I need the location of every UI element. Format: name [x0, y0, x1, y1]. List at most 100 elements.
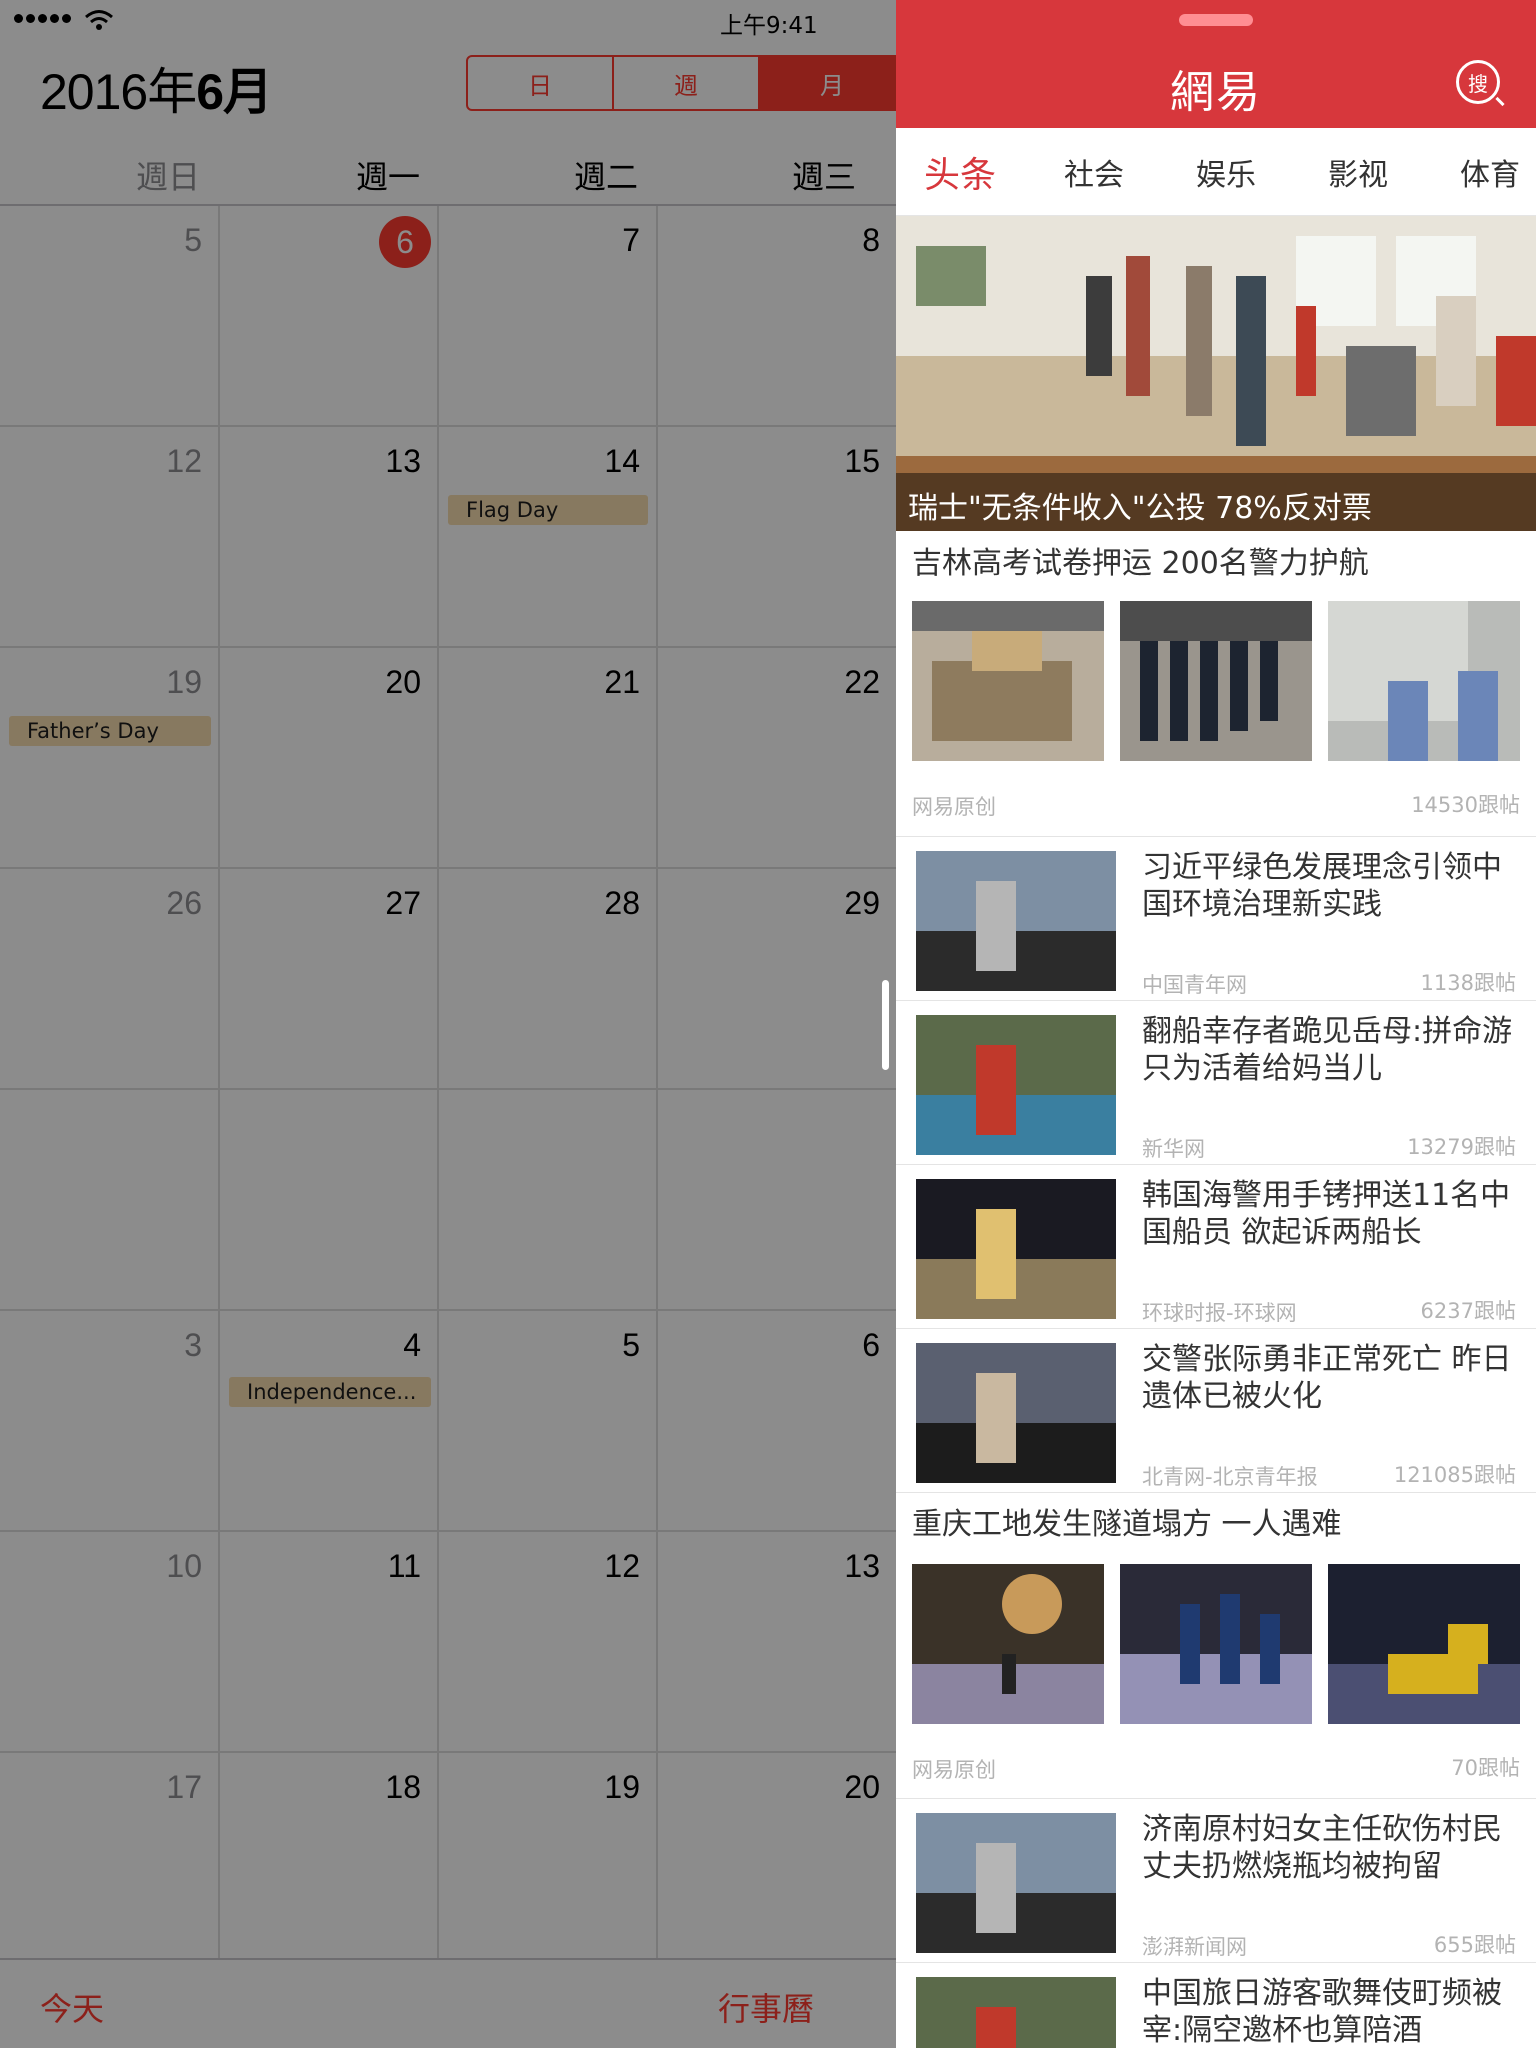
- wifi-icon: [85, 10, 113, 30]
- calendar-day-cell[interactable]: 19: [0, 648, 220, 869]
- calendar-day-cell[interactable]: 12: [0, 427, 220, 648]
- event-fathers-day[interactable]: Father’s Day: [9, 716, 211, 746]
- news-comments[interactable]: 655跟帖: [1434, 1929, 1516, 1959]
- news-title: 习近平绿色发展理念引领中国环境治理新实践: [1142, 850, 1502, 922]
- day-number: 28: [604, 885, 640, 921]
- news-list-item[interactable]: 韩国海警用手铐押送11名中国船员 欲起诉两船长环球时报-环球网 6237跟帖: [896, 1165, 1536, 1329]
- event-flag-day[interactable]: Flag Day: [448, 495, 648, 525]
- calendar-day-cell[interactable]: 13: [220, 427, 439, 648]
- tab-film[interactable]: 影视: [1328, 150, 1388, 194]
- news-comments[interactable]: 13279跟帖: [1407, 1131, 1516, 1161]
- day-number: 21: [604, 664, 640, 700]
- calendar-week-row: 10 11 12 13: [0, 1532, 896, 1753]
- gallery-1-title: 吉林高考试卷押运 200名警力护航: [912, 546, 1369, 581]
- tab-headlines[interactable]: 头条: [924, 146, 996, 198]
- day-number: 3: [184, 1327, 202, 1363]
- gallery-1-source: 网易原创: [912, 795, 996, 819]
- calendar-day-cell[interactable]: 12: [439, 1532, 658, 1753]
- weekday-mon: 週一: [355, 158, 420, 196]
- calendar-week-row: [0, 1090, 896, 1311]
- calendar-day-cell[interactable]: 8: [658, 206, 896, 427]
- status-time: 上午9:41: [720, 13, 818, 39]
- day-number: 19: [604, 1769, 640, 1805]
- news-thumbnail: [916, 851, 1116, 991]
- calendar-day-cell[interactable]: [220, 1090, 439, 1311]
- calendar-day-cell[interactable]: 27: [220, 869, 439, 1090]
- calendar-day-cell[interactable]: 11: [220, 1532, 439, 1753]
- tab-society[interactable]: 社会: [1064, 150, 1124, 194]
- gallery-2-photo-1: [912, 1564, 1104, 1724]
- calendar-day-cell[interactable]: 15: [658, 427, 896, 648]
- split-view-handle[interactable]: [882, 980, 889, 1070]
- news-title: 韩国海警用手铐押送11名中国船员 欲起诉两船长: [1142, 1178, 1511, 1250]
- gallery-2-comments[interactable]: 70跟帖: [1451, 1752, 1520, 1782]
- calendar-day-cell[interactable]: 28: [439, 869, 658, 1090]
- calendar-day-cell[interactable]: 20: [220, 648, 439, 869]
- calendar-day-cell[interactable]: 6: [658, 1311, 896, 1532]
- today-button[interactable]: 今天: [40, 1984, 104, 2030]
- calendar-day-cell[interactable]: 7: [439, 206, 658, 427]
- calendar-day-cell[interactable]: 5: [0, 206, 220, 427]
- calendar-day-cell[interactable]: 22: [658, 648, 896, 869]
- news-comments[interactable]: 1138跟帖: [1421, 967, 1516, 997]
- calendar-week-row: 3 4 5 6: [0, 1311, 896, 1532]
- calendar-day-cell[interactable]: 3: [0, 1311, 220, 1532]
- gallery-2-source: 网易原创: [912, 1758, 996, 1782]
- today-marker: 6: [379, 216, 431, 268]
- news-thumbnail: [916, 1015, 1116, 1155]
- news-list-item[interactable]: 交警张际勇非正常死亡 昨日遗体已被火化 北青网-北京青年报 121085跟帖: [896, 1329, 1536, 1493]
- day-number: 18: [385, 1769, 421, 1805]
- gallery-1-photo-1: [912, 601, 1104, 761]
- weekday-header: 週日 週一 週二 週三: [0, 140, 896, 206]
- calendar-toolbar: 今天 行事曆: [0, 1958, 896, 2048]
- weekday-sun: 週日: [135, 158, 200, 196]
- calendar-day-cell[interactable]: 6: [220, 206, 439, 427]
- news-list-item[interactable]: 习近平绿色发展理念引领中国环境治理新实践 中国青年网 1138跟帖: [896, 837, 1536, 1001]
- calendar-day-cell[interactable]: 10: [0, 1532, 220, 1753]
- calendar-day-cell[interactable]: 17: [0, 1753, 220, 1974]
- segment-day[interactable]: 日: [468, 57, 614, 109]
- calendar-day-cell[interactable]: 20: [658, 1753, 896, 1974]
- day-number: 6: [862, 1327, 880, 1363]
- news-list-item[interactable]: 翻船幸存者跪见岳母:拼命游只为活着给妈当儿 新华网 13279跟帖: [896, 1001, 1536, 1165]
- calendar-day-cell[interactable]: 13: [658, 1532, 896, 1753]
- calendar-day-cell[interactable]: 14: [439, 427, 658, 648]
- calendar-day-cell[interactable]: 5: [439, 1311, 658, 1532]
- day-number: 19: [166, 664, 202, 700]
- tab-sports[interactable]: 体育: [1460, 150, 1520, 194]
- gallery-story-1[interactable]: 吉林高考试卷押运 200名警力护航 网易原创 14530跟帖: [896, 531, 1536, 836]
- news-comments[interactable]: 121085跟帖: [1394, 1459, 1516, 1489]
- calendars-button[interactable]: 行事曆: [718, 1984, 814, 2030]
- calendar-week-row: 12 13 14 15: [0, 427, 896, 648]
- calendar-day-cell[interactable]: [439, 1090, 658, 1311]
- calendar-day-cell[interactable]: 18: [220, 1753, 439, 1974]
- channel-tabs: 头条 社会 娱乐 影视 体育: [896, 128, 1536, 216]
- calendar-day-cell[interactable]: 4: [220, 1311, 439, 1532]
- segment-month[interactable]: 月: [760, 57, 896, 109]
- news-list-item[interactable]: 中国旅日游客歌舞伎町频被宰:隔空邀杯也算陪酒: [896, 1963, 1536, 2048]
- news-list-item[interactable]: 济南原村妇女主任砍伤村民 丈夫扔燃烧瓶均被拘留澎湃新闻网 655跟帖: [896, 1799, 1536, 1963]
- news-thumbnail: [916, 1343, 1116, 1483]
- news-source: 澎湃新闻网: [1142, 1935, 1247, 1959]
- segment-week[interactable]: 週: [614, 57, 760, 109]
- day-number: 5: [184, 222, 202, 258]
- calendar-day-cell[interactable]: [658, 1090, 896, 1311]
- tab-entertainment[interactable]: 娱乐: [1196, 150, 1256, 194]
- slide-over-pull-tab[interactable]: [1179, 14, 1253, 26]
- gallery-2-title: 重庆工地发生隧道塌方 一人遇难: [912, 1507, 1342, 1542]
- calendar-day-cell[interactable]: 29: [658, 869, 896, 1090]
- calendar-day-cell[interactable]: 21: [439, 648, 658, 869]
- gallery-1-comments[interactable]: 14530跟帖: [1411, 789, 1520, 819]
- news-title: 翻船幸存者跪见岳母:拼命游只为活着给妈当儿: [1142, 1014, 1513, 1086]
- calendar-day-cell[interactable]: 26: [0, 869, 220, 1090]
- title-year: 2016年: [40, 64, 197, 120]
- calendar-day-cell[interactable]: 19: [439, 1753, 658, 1974]
- news-source: 环球时报-环球网: [1142, 1301, 1297, 1325]
- hero-story[interactable]: 瑞士"无条件收入"公投 78%反对票: [896, 216, 1536, 531]
- news-title: 济南原村妇女主任砍伤村民 丈夫扔燃烧瓶均被拘留: [1142, 1812, 1502, 1884]
- news-comments[interactable]: 6237跟帖: [1421, 1295, 1516, 1325]
- search-button[interactable]: 搜: [1456, 60, 1500, 104]
- gallery-story-2[interactable]: 重庆工地发生隧道塌方 一人遇难 网易原创 70跟帖: [896, 1494, 1536, 1798]
- event-independence-day[interactable]: Independence...: [229, 1377, 431, 1407]
- calendar-day-cell[interactable]: [0, 1090, 220, 1311]
